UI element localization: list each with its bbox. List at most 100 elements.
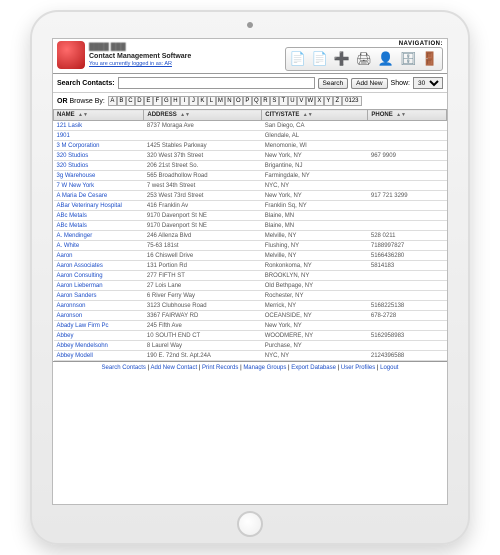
footer-link[interactable]: Manage Groups — [243, 365, 286, 371]
table-row[interactable]: Abbey Mendelsohn8 Laurel WayPurchase, NY — [54, 341, 447, 351]
table-row[interactable]: Abbey Modell190 E. 72nd St. Apt.24ANYC, … — [54, 351, 447, 361]
contact-link[interactable]: A. White — [57, 243, 80, 249]
contact-link[interactable]: Aaron Lieberman — [57, 283, 103, 289]
letter-W[interactable]: W — [306, 96, 315, 106]
table-row[interactable]: Abady Law Firm Pc245 Fifth AveNew York, … — [54, 321, 447, 331]
letter-M[interactable]: M — [216, 96, 225, 106]
table-row[interactable]: 320 Studios206 21st Street So.Brigantine… — [54, 161, 447, 171]
contact-link[interactable]: 121 Lasik — [57, 123, 83, 129]
table-row[interactable]: Abbey10 SOUTH END CTWOODMERE, NY51629589… — [54, 331, 447, 341]
table-row[interactable]: ABar Veterinary Hospital416 Franklin AvF… — [54, 201, 447, 211]
table-row[interactable]: ABc Metals9170 Davenport St NEBlaine, MN — [54, 221, 447, 231]
letter-E[interactable]: E — [144, 96, 153, 106]
contact-link[interactable]: Aaron Sanders — [57, 293, 97, 299]
contact-link[interactable]: Aaron Associates — [57, 263, 103, 269]
letter-Y[interactable]: Y — [324, 96, 333, 106]
user-icon[interactable]: 👤 — [376, 49, 396, 69]
footer-link[interactable]: Print Records — [202, 365, 238, 371]
table-row[interactable]: Aaronnson3123 Clubhouse RoadMerrick, NY5… — [54, 301, 447, 311]
database-icon[interactable]: 🗄 — [398, 49, 418, 69]
letter-B[interactable]: B — [117, 96, 126, 106]
footer-link[interactable]: Export Database — [291, 365, 336, 371]
add-new-button[interactable]: Add New — [351, 78, 387, 89]
col-name[interactable]: NAME ▲▼ — [54, 110, 144, 121]
report-icon[interactable]: 📄 — [288, 49, 308, 69]
table-row[interactable]: 3g Warehouse565 Broadhollow RoadFarmingd… — [54, 171, 447, 181]
contact-link[interactable]: 7 W New York — [57, 183, 95, 189]
report-icon-2[interactable]: 📄 — [310, 49, 330, 69]
footer-link[interactable]: Search Contacts — [102, 365, 146, 371]
table-row[interactable]: A. Mendinger246 Allenza BlvdMelville, NY… — [54, 231, 447, 241]
letter-K[interactable]: K — [198, 96, 207, 106]
letter-H[interactable]: H — [171, 96, 180, 106]
col-address[interactable]: ADDRESS ▲▼ — [144, 110, 262, 121]
contact-link[interactable]: A Maria De Cesare — [57, 193, 108, 199]
table-row[interactable]: Aaronson3367 FAIRWAY RDOCEANSIDE, NY678-… — [54, 311, 447, 321]
contact-link[interactable]: Aaronnson — [57, 303, 86, 309]
home-button[interactable] — [237, 511, 263, 537]
letter-A[interactable]: A — [108, 96, 117, 106]
search-input[interactable] — [118, 77, 315, 89]
table-row[interactable]: Aaron Sanders6 River Ferry WayRochester,… — [54, 291, 447, 301]
contact-link[interactable]: Aaron Consulting — [57, 273, 103, 279]
search-button[interactable]: Search — [318, 78, 349, 89]
table-row[interactable]: Aaron Consulting277 FIFTH STBROOKLYN, NY — [54, 271, 447, 281]
cell-city: NYC, NY — [262, 351, 368, 361]
letter-G[interactable]: G — [162, 96, 171, 106]
letter-X[interactable]: X — [315, 96, 324, 106]
letter-N[interactable]: N — [225, 96, 234, 106]
footer-link[interactable]: User Profiles — [341, 365, 375, 371]
letter-V[interactable]: V — [297, 96, 306, 106]
print-icon[interactable]: 🖨 — [354, 49, 374, 69]
table-row[interactable]: Aaron Lieberman27 Lois LaneOld Bethpage,… — [54, 281, 447, 291]
letter-P[interactable]: P — [243, 96, 252, 106]
contact-link[interactable]: Abady Law Firm Pc — [57, 323, 109, 329]
contact-link[interactable]: Aaron — [57, 253, 73, 259]
contact-link[interactable]: 1901 — [57, 133, 70, 139]
contact-link[interactable]: A. Mendinger — [57, 233, 93, 239]
table-row[interactable]: Aaron16 Chiswell DriveMelville, NY516643… — [54, 251, 447, 261]
letter-I[interactable]: I — [180, 96, 189, 106]
letter-C[interactable]: C — [126, 96, 135, 106]
letter-R[interactable]: R — [261, 96, 270, 106]
cell-address: 75-63 181st — [144, 241, 262, 251]
table-row[interactable]: ABc Metals9170 Davenport St NEBlaine, MN — [54, 211, 447, 221]
table-row[interactable]: 7 W New York7 west 34th StreetNYC, NY — [54, 181, 447, 191]
letter-D[interactable]: D — [135, 96, 144, 106]
letter-0123[interactable]: 0123 — [342, 96, 362, 106]
letter-L[interactable]: L — [207, 96, 216, 106]
letter-O[interactable]: O — [234, 96, 243, 106]
contact-link[interactable]: ABc Metals — [57, 223, 87, 229]
table-row[interactable]: A Maria De Cesare253 West 73rd StreetNew… — [54, 191, 447, 201]
letter-Z[interactable]: Z — [333, 96, 342, 106]
contact-link[interactable]: Abbey Modell — [57, 353, 93, 359]
show-select[interactable]: 30 — [413, 77, 443, 89]
letter-Q[interactable]: Q — [252, 96, 261, 106]
add-icon[interactable]: ➕ — [332, 49, 352, 69]
table-row[interactable]: A. White75-63 181stFlushing, NY718899782… — [54, 241, 447, 251]
table-row[interactable]: 320 Studios320 West 37th StreetNew York,… — [54, 151, 447, 161]
table-row[interactable]: 121 Lasik8737 Moraga AveSan Diego, CA — [54, 121, 447, 131]
letter-U[interactable]: U — [288, 96, 297, 106]
contact-link[interactable]: 320 Studios — [57, 153, 89, 159]
letter-J[interactable]: J — [189, 96, 198, 106]
table-row[interactable]: 3 M Corporation1425 Stables ParkwayMenom… — [54, 141, 447, 151]
table-row[interactable]: Aaron Associates131 Portion RdRonkonkoma… — [54, 261, 447, 271]
footer-link[interactable]: Add New Contact — [150, 365, 197, 371]
col-city[interactable]: CITY/STATE ▲▼ — [262, 110, 368, 121]
contact-link[interactable]: Aaronson — [57, 313, 83, 319]
col-phone[interactable]: PHONE ▲▼ — [368, 110, 447, 121]
letter-F[interactable]: F — [153, 96, 162, 106]
contact-link[interactable]: Abbey — [57, 333, 74, 339]
logout-icon[interactable]: 🚪 — [420, 49, 440, 69]
letter-T[interactable]: T — [279, 96, 288, 106]
contact-link[interactable]: ABar Veterinary Hospital — [57, 203, 122, 209]
contact-link[interactable]: Abbey Mendelsohn — [57, 343, 108, 349]
table-row[interactable]: 1901Glendale, AL — [54, 131, 447, 141]
footer-link[interactable]: Logout — [380, 365, 398, 371]
contact-link[interactable]: 320 Studios — [57, 163, 89, 169]
contact-link[interactable]: ABc Metals — [57, 213, 87, 219]
contact-link[interactable]: 3 M Corporation — [57, 143, 100, 149]
letter-S[interactable]: S — [270, 96, 279, 106]
contact-link[interactable]: 3g Warehouse — [57, 173, 96, 179]
